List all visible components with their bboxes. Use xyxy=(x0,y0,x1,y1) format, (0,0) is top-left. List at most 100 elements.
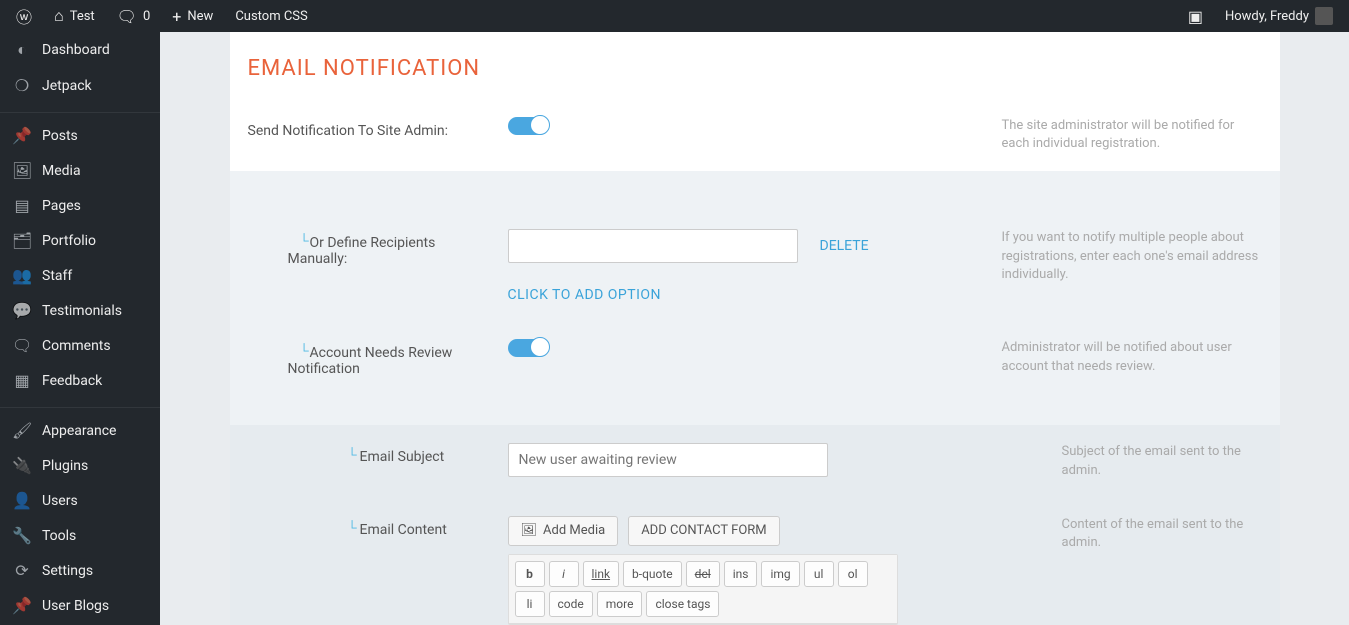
quicktags-row: bilinkb-quotedelinsimgulol licodemoreclos… xyxy=(509,555,897,624)
sidebar-item-posts[interactable]: 📌 Posts xyxy=(0,118,160,153)
sidebar-item-label: Posts xyxy=(42,128,78,144)
qt-ins[interactable]: ins xyxy=(724,561,758,587)
avatar xyxy=(1315,7,1333,25)
tools-icon: 🔧 xyxy=(12,526,32,545)
sidebar-item-feedback[interactable]: ▦Feedback xyxy=(0,363,160,398)
sidebar-item-plugins[interactable]: 🔌Plugins xyxy=(0,448,160,483)
feedback-icon: ▦ xyxy=(12,371,32,390)
row-admin-notify: Send Notification To Site Admin: The sit… xyxy=(230,99,1280,171)
sidebar-item-label: Jetpack xyxy=(42,78,92,94)
posts-icon: 📌 xyxy=(12,126,32,145)
sidebar-item-media[interactable]: 🖼Media xyxy=(0,153,160,188)
qt-link[interactable]: link xyxy=(583,561,620,587)
add-media-button[interactable]: 🖼Add Media xyxy=(508,516,619,546)
sidebar-item-staff[interactable]: 👥Staff xyxy=(0,258,160,293)
comments-icon: 🗨 xyxy=(12,336,32,355)
label-manual-recipients: Or Define Recipients Manually: xyxy=(248,229,488,267)
user-blogs-icon: 📌 xyxy=(12,596,32,615)
sidebar-item-dashboard[interactable]: ◐ Dashboard xyxy=(0,32,160,68)
qt-more[interactable]: more xyxy=(597,591,643,617)
sidebar-item-label: Dashboard xyxy=(42,42,110,58)
sidebar-item-label: Appearance xyxy=(42,423,116,439)
label-admin-notify: Send Notification To Site Admin: xyxy=(248,117,488,139)
add-option-button[interactable]: CLICK TO ADD OPTION xyxy=(508,287,982,303)
control-manual-recipients: DELETE CLICK TO ADD OPTION xyxy=(508,229,982,303)
qt-b[interactable]: b xyxy=(515,561,545,587)
custom-css-link[interactable]: Custom CSS xyxy=(227,9,315,24)
row-email-content: Email Content 🖼Add Media ADD CONTACT FOR… xyxy=(230,498,1280,625)
site-link[interactable]: ⌂ Test xyxy=(46,6,103,26)
appearance-icon: 🖌 xyxy=(12,421,32,440)
howdy-text: Howdy, Freddy xyxy=(1225,9,1309,24)
section-title: EMAIL NOTIFICATION xyxy=(230,32,1280,99)
sidebar-item-users[interactable]: 👤Users xyxy=(0,483,160,518)
sidebar-item-user-blogs[interactable]: 📌 User Blogs xyxy=(0,588,160,623)
home-icon: ⌂ xyxy=(54,6,64,26)
desc-review-notify: Administrator will be notified about use… xyxy=(1002,339,1262,375)
qt-ul[interactable]: ul xyxy=(804,561,834,587)
sidebar-item-comments[interactable]: 🗨 Comments xyxy=(0,328,160,363)
dashboard-icon: ◐ xyxy=(12,40,32,60)
new-link[interactable]: + New xyxy=(164,7,221,26)
label-review-notify: Account Needs Review Notification xyxy=(248,339,488,377)
account-link[interactable]: Howdy, Freddy xyxy=(1217,7,1341,25)
jetpack-icon: ❍ xyxy=(12,76,32,95)
qt-ol[interactable]: ol xyxy=(838,561,868,587)
sidebar-item-jetpack[interactable]: ❍ Jetpack xyxy=(0,68,160,103)
staff-icon: 👥 xyxy=(12,266,32,285)
qt-del[interactable]: del xyxy=(686,561,720,587)
qt-code[interactable]: code xyxy=(549,591,593,617)
row-email-subject: Email Subject Subject of the email sent … xyxy=(230,425,1280,497)
toggle-review-notify[interactable] xyxy=(508,339,548,357)
media-icon: 🖼 xyxy=(12,161,32,180)
qt-b-quote[interactable]: b-quote xyxy=(623,561,682,587)
sidebar-item-settings[interactable]: ⟳ Settings xyxy=(0,553,160,588)
add-contact-form-button[interactable]: ADD CONTACT FORM xyxy=(628,516,779,546)
settings-panel: EMAIL NOTIFICATION Send Notification To … xyxy=(230,32,1280,171)
toggle-admin-notify[interactable] xyxy=(508,117,548,135)
recipient-input[interactable] xyxy=(508,229,798,263)
toggle-knob xyxy=(530,115,550,135)
new-label: New xyxy=(187,9,213,24)
sidebar-item-label: Settings xyxy=(42,563,93,579)
sidebar-separator xyxy=(0,108,160,113)
qt-li[interactable]: li xyxy=(515,591,545,617)
sidebar-item-label: Testimonials xyxy=(42,303,122,319)
plus-icon: + xyxy=(172,7,181,26)
delete-button[interactable]: DELETE xyxy=(820,238,869,254)
toggle-knob xyxy=(530,337,550,357)
wp-logo[interactable]: ⓦ xyxy=(8,4,40,28)
content-area: EMAIL NOTIFICATION Send Notification To … xyxy=(160,32,1349,625)
custom-css-label: Custom CSS xyxy=(235,9,307,24)
editor-toolbar-wrap: bilinkb-quotedelinsimgulol licodemoreclos… xyxy=(508,554,898,625)
sidebar-separator xyxy=(0,403,160,408)
site-name: Test xyxy=(70,9,95,24)
users-icon: 👤 xyxy=(12,491,32,510)
notification-icon[interactable]: ▣ xyxy=(1180,7,1211,26)
sidebar-item-label: User Blogs xyxy=(42,598,109,614)
email-subject-input[interactable] xyxy=(508,443,828,477)
plugins-icon: 🔌 xyxy=(12,456,32,475)
desc-email-content: Content of the email sent to the admin. xyxy=(1062,516,1262,552)
sidebar-item-appearance[interactable]: 🖌 Appearance xyxy=(0,413,160,448)
sidebar-item-testimonials[interactable]: 💬 Testimonials xyxy=(0,293,160,328)
comment-count: 0 xyxy=(143,9,150,24)
settings-icon: ⟳ xyxy=(12,561,32,580)
portfolio-icon: 🗂 xyxy=(12,231,32,250)
comments-link[interactable]: 🗨0 xyxy=(109,7,159,26)
comment-icon: 🗨 xyxy=(117,7,137,26)
testimonials-icon: 💬 xyxy=(12,301,32,320)
sidebar-item-label: Comments xyxy=(42,338,111,354)
control-admin-notify xyxy=(508,117,982,135)
sidebar-item-tools[interactable]: 🔧Tools xyxy=(0,518,160,553)
pages-icon: ▤ xyxy=(12,196,32,215)
qt-i[interactable]: i xyxy=(549,561,579,587)
admin-bar-left: ⓦ ⌂Test 🗨0 +New Custom CSS xyxy=(8,4,316,28)
desc-email-subject: Subject of the email sent to the admin. xyxy=(1062,443,1262,479)
sidebar-item-portfolio[interactable]: 🗂Portfolio xyxy=(0,223,160,258)
qt-img[interactable]: img xyxy=(761,561,799,587)
qt-close-tags[interactable]: close tags xyxy=(646,591,719,617)
inset-panel: Or Define Recipients Manually: DELETE CL… xyxy=(230,171,1280,625)
admin-bar: ⓦ ⌂Test 🗨0 +New Custom CSS ▣ Howdy, Fred… xyxy=(0,0,1349,32)
sidebar-item-pages[interactable]: ▤Pages xyxy=(0,188,160,223)
